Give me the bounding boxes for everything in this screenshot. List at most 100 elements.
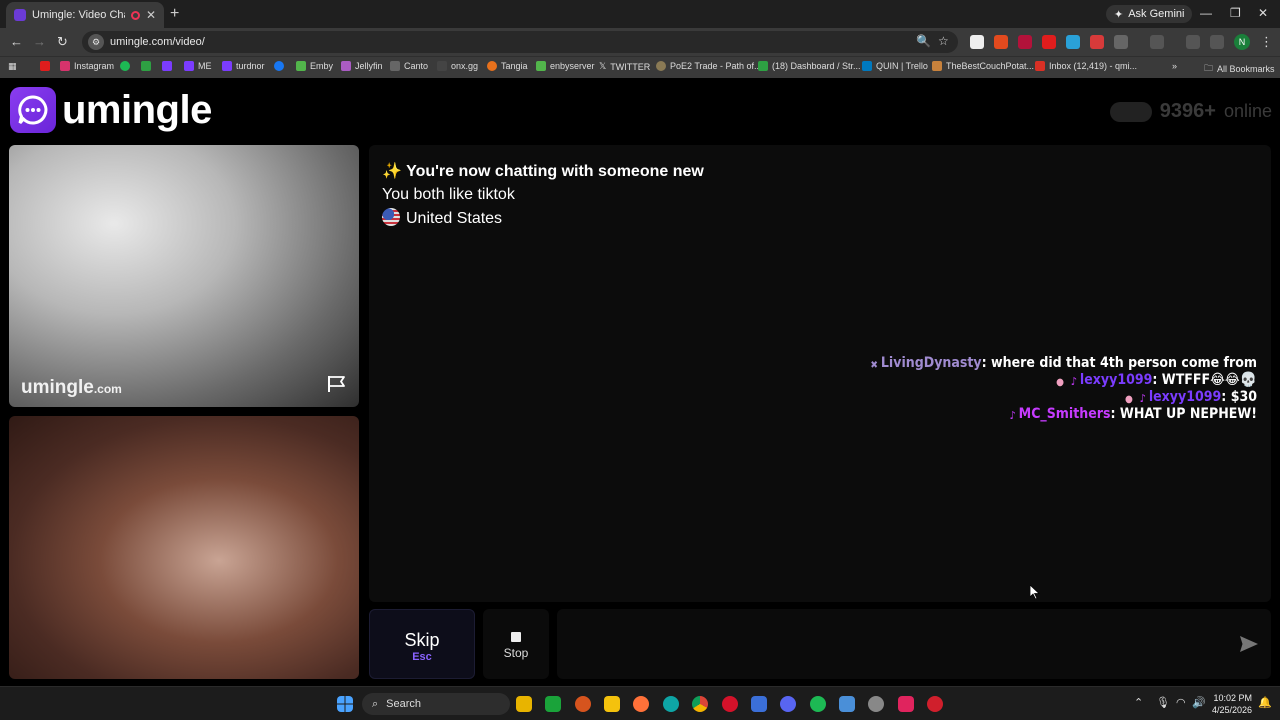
extension-red-icon[interactable] <box>1018 35 1032 49</box>
chat-bubble-logo-icon <box>10 87 56 133</box>
reload-icon[interactable]: ↻ <box>57 34 68 50</box>
browser-tab-bar: Umingle: Video Chat with S ✕ + ✦ Ask Gem… <box>0 0 1280 28</box>
media-control-icon[interactable] <box>1210 35 1224 49</box>
bookmark-jellyfin[interactable]: Jellyfin <box>341 61 383 71</box>
instagram-icon <box>60 61 70 71</box>
bookmarks-overflow-icon[interactable]: » <box>1172 61 1177 71</box>
notification-bell-icon[interactable]: 🔔 <box>1258 696 1272 709</box>
mouse-cursor-icon <box>1030 585 1040 599</box>
close-tab-icon[interactable]: ✕ <box>146 8 156 22</box>
tray-overflow-icon[interactable]: ⌃ <box>1134 696 1143 709</box>
report-flag-icon[interactable] <box>327 375 347 393</box>
bookmark-turdnor[interactable]: turdnor <box>222 61 265 71</box>
bookmark-gmail[interactable]: Inbox (12,419) - qmi... <box>1035 61 1137 71</box>
stop-label: Stop <box>503 646 529 660</box>
chrome-icon[interactable] <box>692 696 708 712</box>
theme-toggle[interactable] <box>1109 101 1152 122</box>
extension-youtube-icon[interactable] <box>1042 35 1056 49</box>
bookmark-poe2[interactable]: PoE2 Trade - Path of... <box>656 61 762 71</box>
app-gray-icon[interactable] <box>868 696 884 712</box>
bookmark-twitch[interactable] <box>162 61 172 71</box>
microphone-icon[interactable]: 🎙 <box>1156 696 1170 709</box>
firefox-icon[interactable] <box>633 696 649 712</box>
bookmark-dashboard[interactable]: (18) Dashboard / Str... <box>758 61 861 71</box>
close-window-icon[interactable]: ✕ <box>1258 6 1268 20</box>
bookmark-couchpotato[interactable]: TheBestCouchPotat... <box>932 61 1034 71</box>
forward-icon[interactable]: → <box>33 34 46 49</box>
spotify-icon[interactable] <box>810 696 826 712</box>
back-icon[interactable]: ← <box>10 34 23 49</box>
windows-taskbar: ⌕ Search ⌃ 🎙 ◠ 🔊 10:02 PM 4/25/2026 🔔 <box>0 686 1280 720</box>
bookmark-spotify[interactable] <box>120 61 130 71</box>
extension-fox-icon[interactable] <box>994 35 1008 49</box>
maximize-icon[interactable]: ❐ <box>1230 6 1241 20</box>
gmail-icon <box>1035 61 1045 71</box>
new-tab-button[interactable]: + <box>170 5 179 23</box>
message-username[interactable]: lexyy1099 <box>1080 372 1152 388</box>
message-username[interactable]: lexyy1099 <box>1149 389 1221 405</box>
menu-kebab-icon[interactable]: ⋮ <box>1260 34 1273 50</box>
bookmark-emby[interactable]: Emby <box>296 61 333 71</box>
sticky-notes-icon[interactable] <box>604 696 620 712</box>
wifi-icon[interactable]: ◠ <box>1176 696 1186 709</box>
extension-translate-icon[interactable] <box>1066 35 1080 49</box>
bookmark-enbyserver[interactable]: enbyserver <box>536 61 595 71</box>
apps-grid-icon[interactable]: ▦ <box>8 61 17 72</box>
chat-status-title: ✨ You're now chatting with someone new <box>382 161 704 181</box>
taskbar-clock[interactable]: 10:02 PM 4/25/2026 <box>1208 692 1252 716</box>
bookmark-twitter[interactable]: 𝕏 TWITTER <box>599 61 650 72</box>
message-username[interactable]: LivingDynasty <box>881 355 982 371</box>
edge-icon[interactable] <box>663 696 679 712</box>
bookmark-youtube[interactable] <box>40 61 50 71</box>
bookmark-canto[interactable]: Canto <box>390 61 428 71</box>
tab-search-icon[interactable] <box>1150 35 1164 49</box>
online-label: online <box>1223 101 1272 121</box>
opera-icon[interactable] <box>722 696 738 712</box>
notepad-icon[interactable] <box>839 696 855 712</box>
profile-avatar[interactable]: N <box>1234 34 1250 50</box>
bookmark-facebook[interactable] <box>274 61 284 71</box>
message-text: : WHAT UP NEPHEW! <box>1110 406 1258 422</box>
taskbar-search[interactable]: ⌕ Search <box>362 693 510 715</box>
send-icon[interactable] <box>1239 635 1259 653</box>
app-orange-icon[interactable] <box>575 696 591 712</box>
extensions-puzzle-icon[interactable] <box>1114 35 1128 49</box>
bookmark-onx[interactable]: onx.gg <box>437 61 478 71</box>
stop-button[interactable]: Stop <box>483 609 549 679</box>
bookmark-tangia[interactable]: Tangia <box>487 61 528 71</box>
gemini-sparkle-icon: ✦ <box>1114 8 1124 21</box>
pig-badge-icon: ● <box>1056 377 1064 388</box>
extension-k-icon[interactable] <box>970 35 984 49</box>
file-explorer-icon[interactable] <box>516 696 532 712</box>
message-input[interactable] <box>557 609 1271 679</box>
bookmark-star-icon[interactable]: ☆ <box>938 34 949 48</box>
site-info-icon[interactable]: ⚙ <box>88 34 104 50</box>
zoom-icon[interactable]: 🔍 <box>916 34 931 48</box>
chat-message: ✖ LivingDynasty: where did that 4th perso… <box>868 355 1257 372</box>
site-logo[interactable]: umingle <box>10 87 212 133</box>
extension-tag-icon[interactable] <box>1090 35 1104 49</box>
message-text: : WTFFF <box>1152 372 1211 388</box>
bookmark-green[interactable] <box>141 61 151 71</box>
url-bar[interactable]: ⚙ umingle.com/video/ 🔍 ☆ <box>82 31 958 53</box>
windows-start-icon[interactable] <box>337 696 353 712</box>
browser-tab[interactable]: Umingle: Video Chat with S ✕ <box>6 2 164 28</box>
ask-gemini-button[interactable]: ✦ Ask Gemini <box>1106 5 1193 23</box>
bookmark-me[interactable]: ME <box>184 61 212 71</box>
all-bookmarks[interactable]: 🗀 All Bookmarks <box>1204 61 1275 77</box>
download-icon[interactable] <box>1186 35 1200 49</box>
skip-button[interactable]: Skip Esc <box>369 609 475 679</box>
jellyfin-icon <box>341 61 351 71</box>
app-blue-icon[interactable] <box>751 696 767 712</box>
twitch-icon <box>184 61 194 71</box>
discord-icon[interactable] <box>780 696 796 712</box>
bookmark-trello[interactable]: QUIN | Trello <box>862 61 928 71</box>
message-username[interactable]: MC_Smithers <box>1019 406 1111 422</box>
ask-gemini-label: Ask Gemini <box>1128 8 1185 20</box>
media-play-icon[interactable] <box>545 696 561 712</box>
volume-icon[interactable]: 🔊 <box>1192 696 1206 709</box>
minimize-icon[interactable]: — <box>1200 6 1212 20</box>
app-red-icon[interactable] <box>927 696 943 712</box>
tiktok-icon[interactable] <box>898 696 914 712</box>
bookmark-instagram[interactable]: Instagram <box>60 61 114 71</box>
